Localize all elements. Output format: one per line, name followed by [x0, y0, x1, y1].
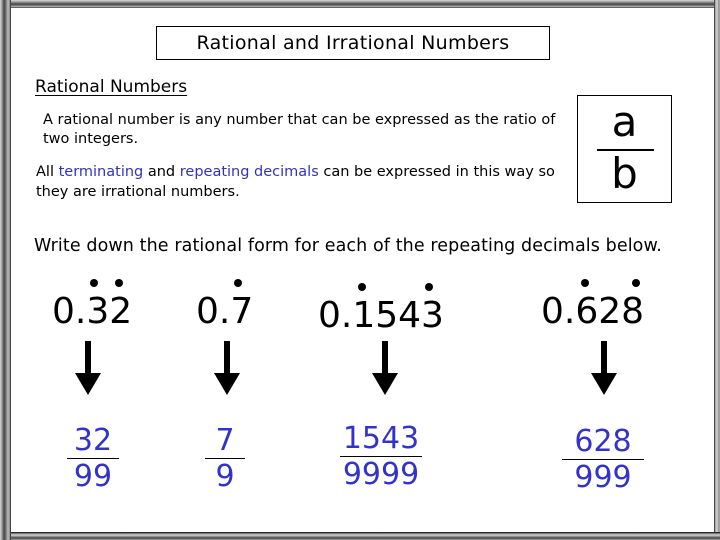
- answer-denominator: 999: [574, 460, 632, 495]
- definition-text: A rational number is any number that can…: [43, 112, 556, 147]
- answer-denominator: 9: [215, 459, 235, 494]
- highlight-repeating-decimals: repeating decimals: [179, 164, 319, 180]
- fraction-symbol-box: a b: [577, 95, 672, 203]
- explanation-part1: All: [36, 164, 59, 180]
- repeat-dot: [425, 283, 433, 291]
- explanation-text: All terminating and repeating decimals c…: [36, 162, 566, 202]
- explanation-part2: and: [143, 164, 180, 180]
- answer-fraction-4: 628 999: [562, 426, 644, 494]
- answer-fraction-2: 7 9: [205, 425, 245, 493]
- answer-numerator: 32: [73, 423, 113, 458]
- highlight-terminating: terminating: [58, 164, 144, 180]
- repeat-dot: [581, 279, 589, 287]
- slide-frame-top: [11, 0, 720, 8]
- repeat-dot: [358, 283, 366, 291]
- instruction-text: Write down the rational form for each of…: [34, 236, 662, 256]
- slide-frame-left: [0, 0, 11, 540]
- fraction-symbol-numerator: a: [611, 97, 638, 146]
- repeating-decimal-4: 0.628: [541, 291, 645, 332]
- repeat-dot: [632, 279, 640, 287]
- answer-fraction-1: 32 99: [67, 425, 119, 493]
- repeating-decimal-2: 0.7: [196, 291, 254, 332]
- repeating-decimal-3: 0.1543: [318, 295, 444, 336]
- fraction-symbol-denominator: b: [611, 149, 638, 198]
- repeat-dot: [115, 279, 123, 287]
- slide-title-text: Rational and Irrational Numbers: [196, 32, 510, 54]
- answer-denominator: 99: [73, 459, 113, 494]
- section-heading: Rational Numbers: [35, 77, 188, 97]
- answer-fraction-3: 1543 9999: [340, 423, 422, 491]
- slide-title: Rational and Irrational Numbers: [156, 26, 550, 60]
- repeat-dot: [234, 279, 242, 287]
- answer-numerator: 1543: [342, 421, 420, 456]
- answer-numerator: 628: [574, 424, 632, 459]
- answer-numerator: 7: [215, 423, 235, 458]
- slide-frame-right: [714, 0, 720, 540]
- slide-frame-bottom: [11, 532, 720, 540]
- answer-denominator: 9999: [342, 457, 420, 492]
- repeat-dot: [90, 279, 98, 287]
- repeating-decimal-1: 0.32: [52, 291, 133, 332]
